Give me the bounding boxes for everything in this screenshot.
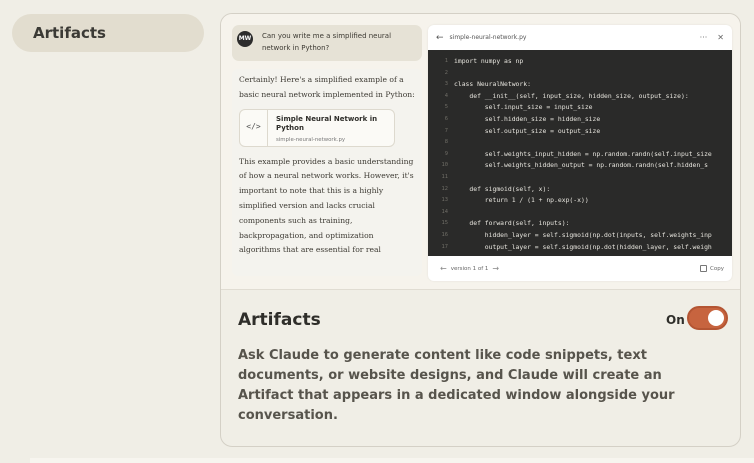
code-icon: </>: [240, 109, 268, 146]
back-arrow-icon: ←: [436, 32, 444, 43]
more-options-icon: ···: [699, 33, 708, 42]
code-line: 12 def sigmoid(self, x):: [428, 184, 732, 196]
user-message: MW Can you write me a simplified neural …: [232, 25, 422, 61]
sidebar-item-label: Artifacts: [33, 24, 106, 42]
line-number: 16: [441, 231, 449, 238]
artifacts-setting-card: MW Can you write me a simplified neural …: [220, 13, 741, 447]
code-text: class NeuralNetwork:: [454, 80, 531, 89]
code-text: self.output_size = output_size: [454, 126, 601, 135]
line-number: 15: [441, 220, 449, 227]
code-line: 9 self.weights_input_hidden = np.random.…: [428, 149, 732, 161]
assistant-body: This example provides a basic understand…: [239, 156, 414, 255]
assistant-message: Certainly! Here's a simplified example o…: [232, 69, 422, 276]
code-text: return 1 / (1 + np.exp(-x)): [454, 196, 589, 205]
code-line: 1 import numpy as np: [428, 56, 732, 68]
divider: [30, 458, 754, 463]
line-number: 5: [444, 104, 448, 111]
line-number: 13: [441, 197, 449, 204]
artifact-title: Simple Neural Network in Python: [276, 114, 378, 132]
line-number: 11: [441, 173, 449, 180]
line-number: 4: [444, 92, 448, 99]
code-text: def __init__(self, input_size, hidden_si…: [454, 91, 689, 100]
code-line: 13 return 1 / (1 + np.exp(-x)): [428, 195, 732, 207]
code-text: def sigmoid(self, x):: [454, 184, 551, 193]
close-icon: ✕: [717, 33, 724, 42]
code-line: 4 def __init__(self, input_size, hidden_…: [428, 91, 732, 103]
copy-label: Copy: [710, 265, 724, 272]
code-line: 17 output_layer = self.sigmoid(np.dot(hi…: [428, 242, 732, 254]
code-text: self.weights_input_hidden = np.random.ra…: [454, 149, 712, 158]
code-panel-footer: ← version 1 of 1 → Copy: [428, 256, 732, 281]
code-text: hidden_layer = self.sigmoid(np.dot(input…: [454, 230, 712, 239]
line-number: 9: [444, 150, 448, 157]
toggle-knob: [708, 310, 724, 326]
code-line: 10 self.weights_hidden_output = np.rando…: [428, 160, 732, 172]
assistant-intro: Certainly! Here's a simplified example o…: [239, 75, 415, 99]
code-line: 2: [428, 68, 732, 80]
line-number: 1: [444, 58, 448, 64]
code-line: 7 self.output_size = output_size: [428, 126, 732, 138]
code-line: 5 self.input_size = input_size: [428, 102, 732, 114]
code-line: 14: [428, 207, 732, 219]
line-number: 6: [444, 115, 448, 122]
code-line: 8: [428, 137, 732, 149]
code-panel-header: ← simple-neural-network.py ··· ✕: [428, 25, 732, 50]
code-text: self.hidden_size = hidden_size: [454, 114, 601, 123]
code-text: def forward(self, inputs):: [454, 219, 570, 228]
code-filename: simple-neural-network.py: [449, 34, 527, 41]
code-line: 11: [428, 172, 732, 184]
toggle-state-label: On: [666, 313, 685, 327]
line-number: 7: [444, 127, 448, 134]
setting-description: Ask Claude to generate content like code…: [238, 348, 675, 423]
version-label: version 1 of 1: [450, 265, 489, 272]
sidebar-item-artifacts[interactable]: Artifacts: [12, 14, 204, 52]
line-number: 8: [444, 139, 448, 146]
artifact-code-panel: ← simple-neural-network.py ··· ✕ 1 import…: [428, 25, 732, 281]
code-line: 15 def forward(self, inputs):: [428, 218, 732, 230]
line-number: 14: [441, 208, 449, 215]
code-text: self.weights_hidden_output = np.random.r…: [454, 161, 708, 170]
code-line: 6 self.hidden_size = hidden_size: [428, 114, 732, 126]
user-message-text: Can you write me a simplified neural net…: [262, 32, 392, 52]
artifacts-toggle[interactable]: [687, 306, 728, 330]
copy-icon: [700, 265, 708, 272]
artifact-card: </> Simple Neural Network in Python simp…: [239, 108, 395, 147]
copy-button: Copy: [700, 265, 724, 272]
code-editor: 1 import numpy as np 2 3 class NeuralNetwork…: [428, 50, 732, 256]
code-text: import numpy as np: [454, 57, 524, 65]
line-number: 2: [444, 69, 448, 76]
code-text: self.input_size = input_size: [454, 103, 593, 112]
artifact-filename: simple-neural-network.py: [276, 136, 346, 143]
code-line: 16 hidden_layer = self.sigmoid(np.dot(in…: [428, 230, 732, 242]
avatar: MW: [237, 31, 253, 47]
next-version-icon: →: [492, 264, 500, 273]
line-number: 3: [444, 81, 448, 88]
line-number: 17: [441, 243, 449, 250]
previous-version-icon: ←: [440, 264, 447, 273]
line-number: 12: [441, 185, 449, 192]
artifacts-preview-image: MW Can you write me a simplified neural …: [221, 14, 740, 290]
code-line: 3 class NeuralNetwork:: [428, 79, 732, 91]
setting-title: Artifacts: [238, 310, 321, 330]
code-text: output_layer = self.sigmoid(np.dot(hidde…: [454, 242, 712, 251]
line-number: 10: [441, 162, 449, 169]
